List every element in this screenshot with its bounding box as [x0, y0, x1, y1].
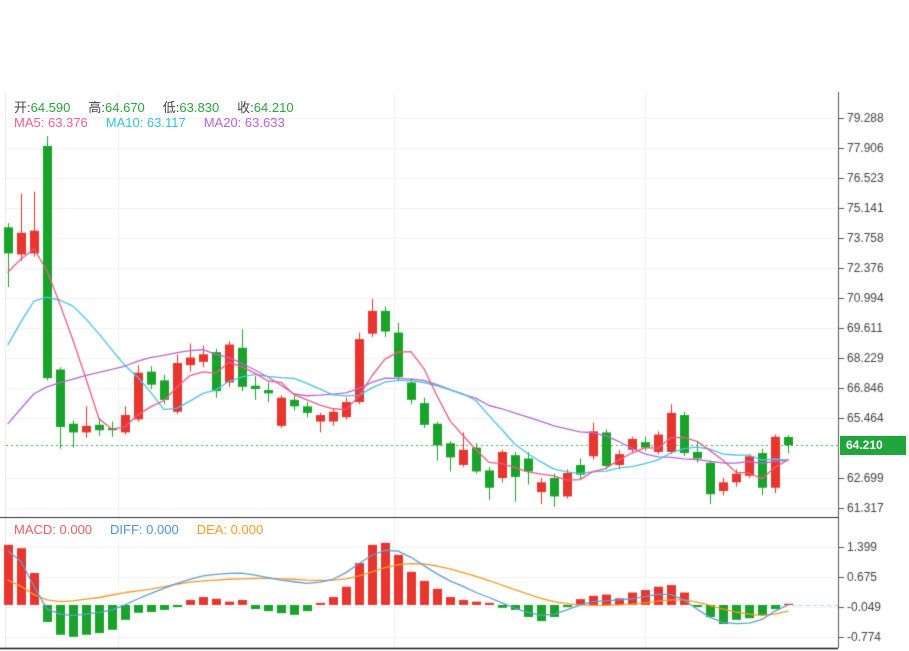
legend-item-DEA: DEA: 0.000 [197, 522, 264, 537]
legend-item-MACD: MACD: 0.000 [14, 522, 92, 537]
legend-item-MA10: MA10: 63.117 [106, 115, 186, 130]
macd-legend: MACD: 0.000 DIFF: 0.000 DEA: 0.000 [14, 522, 281, 537]
legend-item-MA20: MA20: 63.633 [204, 115, 285, 130]
kline-widget: K线图 基本面分析> 日周月5分15分30分60分4时 开:64.590高:64… [0, 0, 909, 651]
legend-item-低: 低:63.830 [163, 100, 219, 115]
ohlc-legend: 开:64.590 高:64.670 低:63.830 收:64.210 [14, 97, 312, 116]
current-price-tag: 64.210 [840, 436, 906, 455]
legend-item-DIFF: DIFF: 0.000 [110, 522, 179, 537]
legend-item-MA5: MA5: 63.376 [14, 115, 88, 130]
legend-item-收: 收:64.210 [237, 100, 293, 115]
legend-item-开: 开:64.590 [14, 100, 70, 115]
ma-legend: MA5: 63.376 MA10: 63.117 MA20: 63.633 [14, 115, 303, 130]
legend-item-高: 高:64.670 [88, 100, 144, 115]
